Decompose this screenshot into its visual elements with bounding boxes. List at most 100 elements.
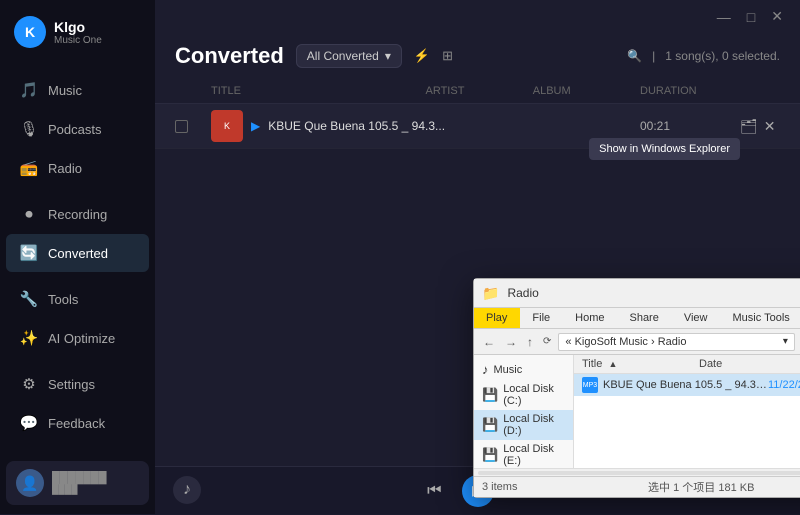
selected-info: 选中 1 个项目 181 KB (648, 479, 754, 495)
song-title-cell: K ▶ KBUE Que Buena 105.5 _ 94.3... (211, 110, 445, 142)
explorer-title: Radio (507, 286, 800, 300)
sidebar-item-label: Podcasts (48, 122, 101, 137)
col-album: ALBUM (533, 85, 640, 97)
sidebar-item-label: AI Optimize (48, 331, 115, 346)
radio-icon: 📻 (20, 159, 38, 177)
minimize-button[interactable]: — (712, 7, 736, 27)
col-title-header[interactable]: Title ▲ (582, 358, 699, 370)
filter-dropdown[interactable]: All Converted ▾ (296, 44, 402, 68)
disk-d-icon: 💾 (482, 417, 498, 433)
explorer-folder-icon: 📁 (482, 285, 499, 302)
user-name: ███████ (52, 472, 139, 484)
path-dropdown-icon[interactable]: ▾ (783, 336, 788, 347)
nav-local-d[interactable]: 💾 Local Disk (D:) (474, 410, 573, 440)
col-title: TITLE (211, 85, 426, 97)
music-icon: 🎵 (20, 81, 38, 99)
song-duration: 00:21 (640, 119, 740, 133)
chevron-down-icon: ▾ (385, 49, 391, 63)
col-actions (740, 85, 780, 97)
sidebar-item-label: Recording (48, 207, 107, 222)
sidebar-item-ai-optimize[interactable]: ✨ AI Optimize (6, 319, 149, 357)
nav-label: Local Disk (E:) (503, 443, 565, 467)
ribbon-file-tab[interactable]: File (520, 308, 563, 328)
col-duration: DURATION (640, 85, 740, 97)
col-artist: ARTIST (426, 85, 533, 97)
mp3-icon: MP3 (582, 377, 598, 393)
previous-button[interactable]: ⏮ (427, 482, 441, 500)
tooltip: Show in Windows Explorer (589, 138, 740, 160)
sidebar: K Klgo Music One 🎵 Music 🎙 Podcasts 📻 Ra… (0, 0, 155, 514)
disk-c-icon: 💾 (482, 387, 498, 403)
scrollbar-track[interactable] (478, 471, 800, 475)
sidebar-item-settings[interactable]: ⚙ Settings (6, 365, 149, 403)
ribbon-music-tools-tab[interactable]: Music Tools (721, 308, 800, 328)
back-button[interactable]: ← (480, 333, 498, 351)
sidebar-item-radio[interactable]: 📻 Radio (6, 149, 149, 187)
file-list-header: Title ▲ Date Type (574, 355, 800, 374)
user-card[interactable]: 👤 ███████ ████ (6, 461, 149, 505)
header-right: 🔍 | 1 song(s), 0 selected. (627, 49, 780, 63)
window-controls: — □ ✕ (712, 6, 788, 27)
up-button[interactable]: ↑ (524, 333, 536, 351)
address-path[interactable]: « KigoSoft Music › Radio ▾ (558, 333, 795, 351)
logo-icon: K (14, 16, 46, 48)
divider: | (652, 49, 655, 63)
filter-icon[interactable]: ⚡ (414, 48, 430, 64)
podcasts-icon: 🎙 (20, 120, 38, 138)
sidebar-item-label: Feedback (48, 416, 105, 431)
sidebar-item-music[interactable]: 🎵 Music (6, 71, 149, 109)
open-folder-button[interactable]: 🗂 (740, 118, 758, 135)
maximize-button[interactable]: □ (742, 7, 760, 27)
sidebar-item-label: Tools (48, 292, 78, 307)
add-music-button[interactable]: ♪ (173, 476, 201, 504)
sidebar-item-label: Converted (48, 246, 108, 261)
topbar: — □ ✕ (155, 0, 800, 33)
refresh-button[interactable]: ⟳ (540, 334, 554, 349)
app-logo: K Klgo Music One (0, 0, 155, 62)
sidebar-item-tools[interactable]: 🔧 Tools (6, 280, 149, 318)
items-count: 3 items (482, 481, 517, 493)
sidebar-item-feedback[interactable]: 💬 Feedback (6, 404, 149, 442)
nav-music[interactable]: ♪ Music (474, 359, 573, 380)
file-row[interactable]: MP3 KBUE Que Buena 105.5 _ 94.3 FM (US O… (574, 374, 800, 396)
horizontal-scrollbar[interactable] (474, 468, 800, 476)
file-date: 11/22/2024 4:53 PM (768, 379, 800, 391)
remove-button[interactable]: ✕ (764, 118, 776, 135)
nav-label: Local Disk (C:) (503, 383, 565, 407)
ribbon-share-tab[interactable]: Share (617, 308, 671, 328)
search-icon[interactable]: 🔍 (627, 49, 642, 63)
sidebar-item-label: Settings (48, 377, 95, 392)
address-text: « KigoSoft Music › Radio (565, 336, 686, 348)
tools-icon: 🔧 (20, 290, 38, 308)
page-title: Converted (175, 43, 284, 69)
nav-label: Local Disk (D:) (503, 413, 565, 437)
sidebar-item-podcasts[interactable]: 🎙 Podcasts (6, 110, 149, 148)
ribbon-tabs: Play File Home Share View Music Tools ? (474, 308, 800, 329)
nav-local-e[interactable]: 💾 Local Disk (E:) (474, 440, 573, 468)
converted-icon: 🔄 (20, 244, 38, 262)
table-header: TITLE ARTIST ALBUM DURATION (155, 79, 800, 104)
close-button[interactable]: ✕ (766, 6, 788, 27)
sidebar-bottom: 👤 ███████ ████ (0, 451, 155, 515)
forward-button[interactable]: → (502, 333, 520, 351)
sidebar-item-label: Music (48, 83, 82, 98)
ribbon-play-tab[interactable]: Play (474, 308, 520, 328)
song-thumbnail: K (211, 110, 243, 142)
explorer-nav: ♪ Music 💾 Local Disk (C:) 💾 Local Disk (… (474, 355, 574, 468)
recording-icon: ⏺ (20, 205, 38, 223)
ribbon-view-tab[interactable]: View (672, 308, 721, 328)
nav-local-c[interactable]: 💾 Local Disk (C:) (474, 380, 573, 410)
file-name-cell: MP3 KBUE Que Buena 105.5 _ 94.3 FM (US O… (582, 377, 768, 393)
explorer-statusbar: 3 items 选中 1 个项目 181 KB ≡ ⊞ (474, 476, 800, 497)
main-content: — □ ✕ Converted All Converted ▾ ⚡ ⊞ 🔍 | … (155, 0, 800, 514)
row-checkbox[interactable] (175, 120, 211, 133)
feedback-icon: 💬 (20, 414, 38, 432)
sidebar-item-converted[interactable]: 🔄 Converted (6, 234, 149, 272)
sidebar-item-recording[interactable]: ⏺ Recording (6, 195, 149, 233)
col-date-header[interactable]: Date (699, 358, 800, 370)
ribbon-home-tab[interactable]: Home (563, 308, 617, 328)
logo-text-group: Klgo Music One (54, 19, 102, 46)
grid-icon[interactable]: ⊞ (442, 48, 453, 64)
filter-label: All Converted (307, 49, 379, 63)
play-song-button[interactable]: ▶ (251, 119, 260, 133)
